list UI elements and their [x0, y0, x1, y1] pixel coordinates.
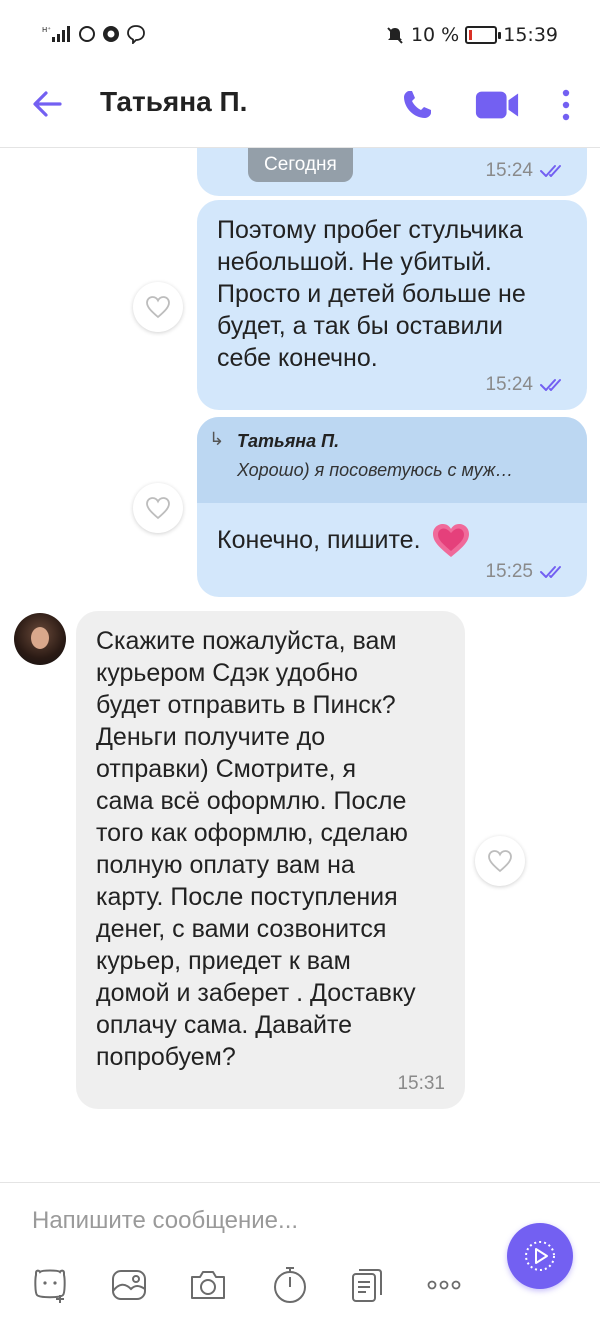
like-button[interactable] — [475, 836, 525, 886]
message-text: Поэтому пробег стульчика небольшой. Не у… — [217, 216, 526, 372]
message-composer: Напишите сообщение... — [0, 1182, 600, 1326]
message-input[interactable]: Напишите сообщение... — [32, 1207, 298, 1235]
more-horizontal-icon — [427, 1280, 461, 1290]
file-icon — [352, 1269, 382, 1302]
sticker-button[interactable] — [30, 1265, 70, 1305]
read-ticks-icon — [540, 165, 561, 177]
attachment-button[interactable] — [347, 1265, 387, 1305]
chat-header: Татьяна П. — [0, 70, 600, 148]
sync-icon — [79, 26, 95, 42]
phone-icon — [404, 91, 431, 118]
read-ticks-icon — [540, 566, 561, 578]
clock: 15:39 — [503, 24, 558, 46]
status-bar-right: 10 % 15:39 — [385, 24, 558, 46]
message-time: 15:25 — [485, 561, 533, 582]
more-options-button[interactable] — [544, 82, 588, 128]
back-button[interactable] — [28, 84, 68, 124]
heart-icon — [146, 296, 170, 319]
battery-percent: 10 % — [410, 24, 460, 46]
chrome-icon — [103, 26, 119, 42]
message-body: Конечно, пишите. — [217, 521, 471, 559]
image-icon — [112, 1270, 146, 1300]
like-button[interactable] — [133, 282, 183, 332]
pink-heart-emoji-icon — [432, 524, 469, 557]
signal-icon: H⁺ — [42, 26, 70, 42]
video-call-button[interactable] — [474, 82, 520, 128]
status-bar-left-icons: H⁺ — [42, 24, 146, 44]
message-bubble-outgoing[interactable]: Поэтому пробег стульчика небольшой. Не у… — [197, 200, 587, 410]
message-meta: 15:24 — [485, 160, 567, 182]
message-time: 15:24 — [485, 374, 533, 395]
reply-author: Татьяна П. — [237, 431, 340, 451]
message-time: 15:24 — [485, 160, 533, 181]
voice-call-button[interactable] — [394, 82, 440, 128]
message-time: 15:31 — [397, 1073, 445, 1094]
contact-name[interactable]: Татьяна П. — [100, 86, 247, 118]
like-button[interactable] — [133, 483, 183, 533]
play-circle-icon — [525, 1241, 555, 1271]
gallery-button[interactable] — [109, 1265, 149, 1305]
sticker-icon — [34, 1269, 66, 1303]
camera-icon — [191, 1271, 225, 1299]
send-voice-button[interactable] — [507, 1223, 573, 1289]
message-meta: 15:31 — [397, 1073, 445, 1095]
message-list[interactable]: 15:24 Сегодня Поэтому пробег стульчика н… — [0, 148, 600, 1182]
more-vertical-icon — [562, 89, 570, 121]
message-text: Скажите пожалуйста, вам курьером Сдэк уд… — [96, 627, 416, 1071]
message-text: Конечно, пишите. — [217, 526, 421, 554]
status-bar: H⁺ 10 % 15:39 — [0, 0, 600, 70]
message-bubble-incoming[interactable]: Скажите пожалуйста, вам курьером Сдэк уд… — [76, 611, 465, 1109]
heart-icon — [146, 497, 170, 520]
date-separator: Сегодня — [248, 148, 353, 182]
svg-text:H⁺: H⁺ — [42, 26, 51, 34]
reply-snippet: Хорошо) я посоветуюсь с муж… — [237, 460, 514, 480]
message-meta: 15:25 — [485, 561, 567, 583]
reply-quote[interactable]: ↳ Татьяна П. Хорошо) я посоветуюсь с муж… — [197, 417, 587, 503]
contact-avatar[interactable] — [14, 613, 66, 665]
timer-icon — [274, 1267, 306, 1303]
message-meta: 15:24 — [485, 374, 567, 396]
mute-bell-icon — [387, 27, 403, 44]
timer-button[interactable] — [270, 1265, 310, 1305]
camera-button[interactable] — [188, 1265, 228, 1305]
more-options-composer-button[interactable] — [424, 1265, 464, 1305]
read-ticks-icon — [540, 379, 561, 391]
viber-icon — [127, 25, 145, 44]
back-arrow-icon — [33, 91, 62, 117]
message-bubble-outgoing-reply[interactable]: ↳ Татьяна П. Хорошо) я посоветуюсь с муж… — [197, 417, 587, 597]
heart-icon — [488, 850, 512, 873]
video-camera-icon — [475, 91, 519, 119]
reply-arrow-icon: ↳ — [209, 429, 225, 450]
battery-icon — [465, 26, 502, 44]
